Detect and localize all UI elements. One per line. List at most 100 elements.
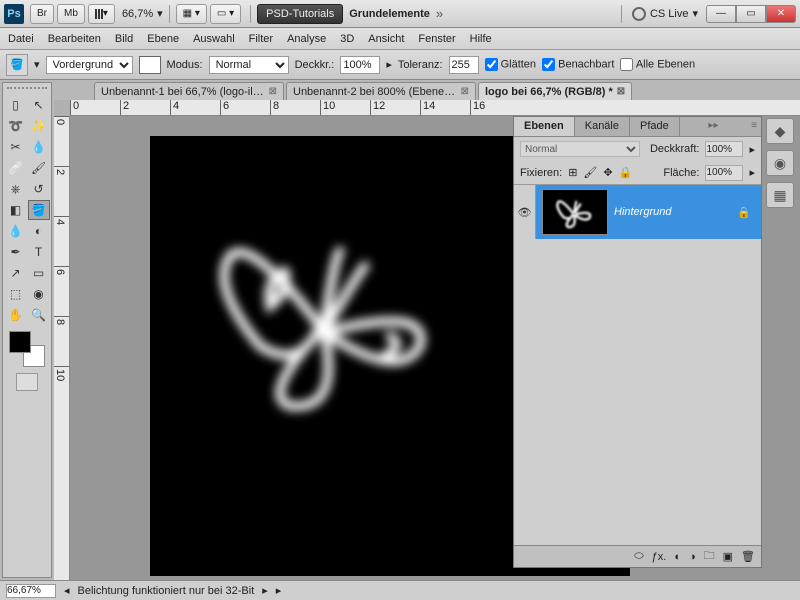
hand-tool[interactable]: ✋: [5, 305, 27, 325]
blend-mode-select[interactable]: Normal: [209, 56, 289, 74]
tab-kanale[interactable]: Kanäle: [575, 117, 630, 136]
arrange-button[interactable]: ▦ ▾: [176, 4, 207, 24]
menu-auswahl[interactable]: Auswahl: [193, 33, 235, 45]
layer-list[interactable]: 👁 Hintergrund 🔒: [514, 185, 761, 545]
zoom-level[interactable]: 66,7%: [122, 8, 153, 20]
fill-source-select[interactable]: Vordergrund: [46, 56, 133, 74]
status-next-icon[interactable]: ▸: [262, 584, 268, 597]
menu-3d[interactable]: 3D: [340, 33, 354, 45]
path-tool[interactable]: ↗: [5, 263, 27, 283]
group-icon[interactable]: 🗀: [704, 547, 715, 566]
menu-filter[interactable]: Filter: [249, 33, 273, 45]
eyedropper-tool[interactable]: 💧: [28, 137, 50, 157]
color-panel-icon[interactable]: ◆: [766, 118, 794, 144]
ruler-vertical[interactable]: 0246810: [54, 116, 70, 580]
benachbart-check[interactable]: Benachbart: [542, 58, 614, 71]
pattern-swatch[interactable]: [139, 56, 161, 74]
paint-bucket-tool[interactable]: 🪣: [28, 200, 50, 220]
shape-tool[interactable]: ▭: [28, 263, 50, 283]
close-icon[interactable]: ⊠: [617, 86, 625, 97]
minibridge-button[interactable]: Mb: [57, 4, 85, 24]
stamp-tool[interactable]: ⎈: [5, 179, 27, 199]
bridge-button[interactable]: Br: [30, 4, 54, 24]
foreground-color[interactable]: [9, 331, 31, 353]
doc-tab-2[interactable]: Unbenannt-2 bei 800% (Ebene 0, RGB/...⊠: [286, 82, 476, 100]
layer-mask-icon[interactable]: ◐: [674, 551, 681, 563]
menu-bearbeiten[interactable]: Bearbeiten: [48, 33, 101, 45]
zoom-tool[interactable]: 🔍: [28, 305, 50, 325]
panel-collapse-icon[interactable]: ▸▸: [704, 117, 722, 136]
glatten-check[interactable]: Glätten: [485, 58, 537, 71]
3d-tool[interactable]: ⬚: [5, 284, 27, 304]
menu-hilfe[interactable]: Hilfe: [470, 33, 492, 45]
history-brush-tool[interactable]: ↺: [28, 179, 50, 199]
3d-camera-tool[interactable]: ◉: [28, 284, 50, 304]
tab-ebenen[interactable]: Ebenen: [514, 117, 575, 136]
layer-opacity-input[interactable]: [705, 141, 743, 157]
paint-bucket-icon[interactable]: 🪣: [6, 54, 28, 76]
zoom-input[interactable]: [6, 584, 56, 598]
swatches-panel-icon[interactable]: ◉: [766, 150, 794, 176]
status-menu-icon[interactable]: ▸: [276, 584, 282, 597]
menu-fenster[interactable]: Fenster: [418, 33, 455, 45]
status-prev-icon[interactable]: ◂: [64, 584, 70, 597]
layer-row[interactable]: 👁 Hintergrund 🔒: [514, 185, 761, 239]
dodge-tool[interactable]: ◐: [28, 221, 50, 241]
alle-ebenen-check[interactable]: Alle Ebenen: [620, 58, 695, 71]
blur-tool[interactable]: 💧: [5, 221, 27, 241]
crop-tool[interactable]: ✂: [5, 137, 27, 157]
type-tool[interactable]: T: [28, 242, 50, 262]
magic-wand-tool[interactable]: ✨: [28, 116, 50, 136]
doc-tab-3[interactable]: logo bei 66,7% (RGB/8) *⊠: [478, 82, 632, 100]
lasso-tool[interactable]: ➰: [5, 116, 27, 136]
brush-tool[interactable]: 🖌: [28, 158, 50, 178]
new-layer-icon[interactable]: ▣: [723, 550, 733, 563]
lock-all-icon[interactable]: 🔒: [619, 166, 633, 179]
workspace-more-icon[interactable]: »: [436, 6, 443, 21]
close-icon[interactable]: ⊠: [461, 86, 469, 97]
lock-transparency-icon[interactable]: ⊞: [568, 166, 577, 179]
menu-bild[interactable]: Bild: [115, 33, 133, 45]
flache-label: Fläche:: [663, 167, 699, 179]
layer-fx-icon[interactable]: ƒx.: [652, 551, 667, 563]
close-icon[interactable]: ⊠: [269, 86, 277, 97]
menu-analyse[interactable]: Analyse: [287, 33, 326, 45]
close-button[interactable]: ✕: [766, 5, 796, 23]
pen-tool[interactable]: ✒: [5, 242, 27, 262]
link-layers-icon[interactable]: ⬭: [634, 550, 643, 563]
tab-pfade[interactable]: Pfade: [630, 117, 680, 136]
selection-tool[interactable]: ↖: [28, 95, 50, 115]
doc-tab-1[interactable]: Unbenannt-1 bei 66,7% (logo-illu-weiss,.…: [94, 82, 284, 100]
layer-fill-input[interactable]: [705, 165, 743, 181]
quickmask-button[interactable]: [16, 373, 38, 391]
psd-tutorials-button[interactable]: PSD-Tutorials: [257, 4, 343, 24]
layer-name[interactable]: Hintergrund: [614, 206, 737, 218]
palette-grip[interactable]: [7, 87, 47, 93]
view-extras-button[interactable]: ▾: [88, 4, 115, 24]
visibility-toggle[interactable]: 👁: [514, 185, 536, 239]
opacity-input[interactable]: [340, 56, 380, 74]
layer-blendmode-select[interactable]: Normal: [520, 141, 640, 157]
move-tool[interactable]: ▯: [5, 95, 27, 115]
menu-ebene[interactable]: Ebene: [147, 33, 179, 45]
zoom-chevron-icon[interactable]: ▾: [157, 7, 163, 20]
tolerance-input[interactable]: [449, 56, 479, 74]
eraser-tool[interactable]: ◧: [5, 200, 27, 220]
minimize-button[interactable]: —: [706, 5, 736, 23]
panel-menu-icon[interactable]: ≡: [747, 117, 761, 136]
ruler-horizontal[interactable]: 0246810121416: [70, 100, 800, 116]
cs-live[interactable]: CS Live▾: [615, 5, 698, 23]
menu-datei[interactable]: Datei: [8, 33, 34, 45]
delete-layer-icon[interactable]: 🗑: [741, 550, 755, 563]
healing-tool[interactable]: 🩹: [5, 158, 27, 178]
lock-position-icon[interactable]: ✥: [603, 166, 612, 179]
menu-ansicht[interactable]: Ansicht: [368, 33, 404, 45]
screenmode-button[interactable]: ▭ ▾: [210, 4, 241, 24]
lock-image-icon[interactable]: 🖌: [583, 166, 597, 179]
layer-thumbnail[interactable]: [542, 189, 608, 235]
adjustment-layer-icon[interactable]: ◑: [689, 551, 696, 563]
color-swatches[interactable]: [9, 331, 45, 367]
styles-panel-icon[interactable]: ▦: [766, 182, 794, 208]
maximize-button[interactable]: ▭: [736, 5, 766, 23]
workspace-name[interactable]: Grundelemente: [349, 8, 430, 20]
